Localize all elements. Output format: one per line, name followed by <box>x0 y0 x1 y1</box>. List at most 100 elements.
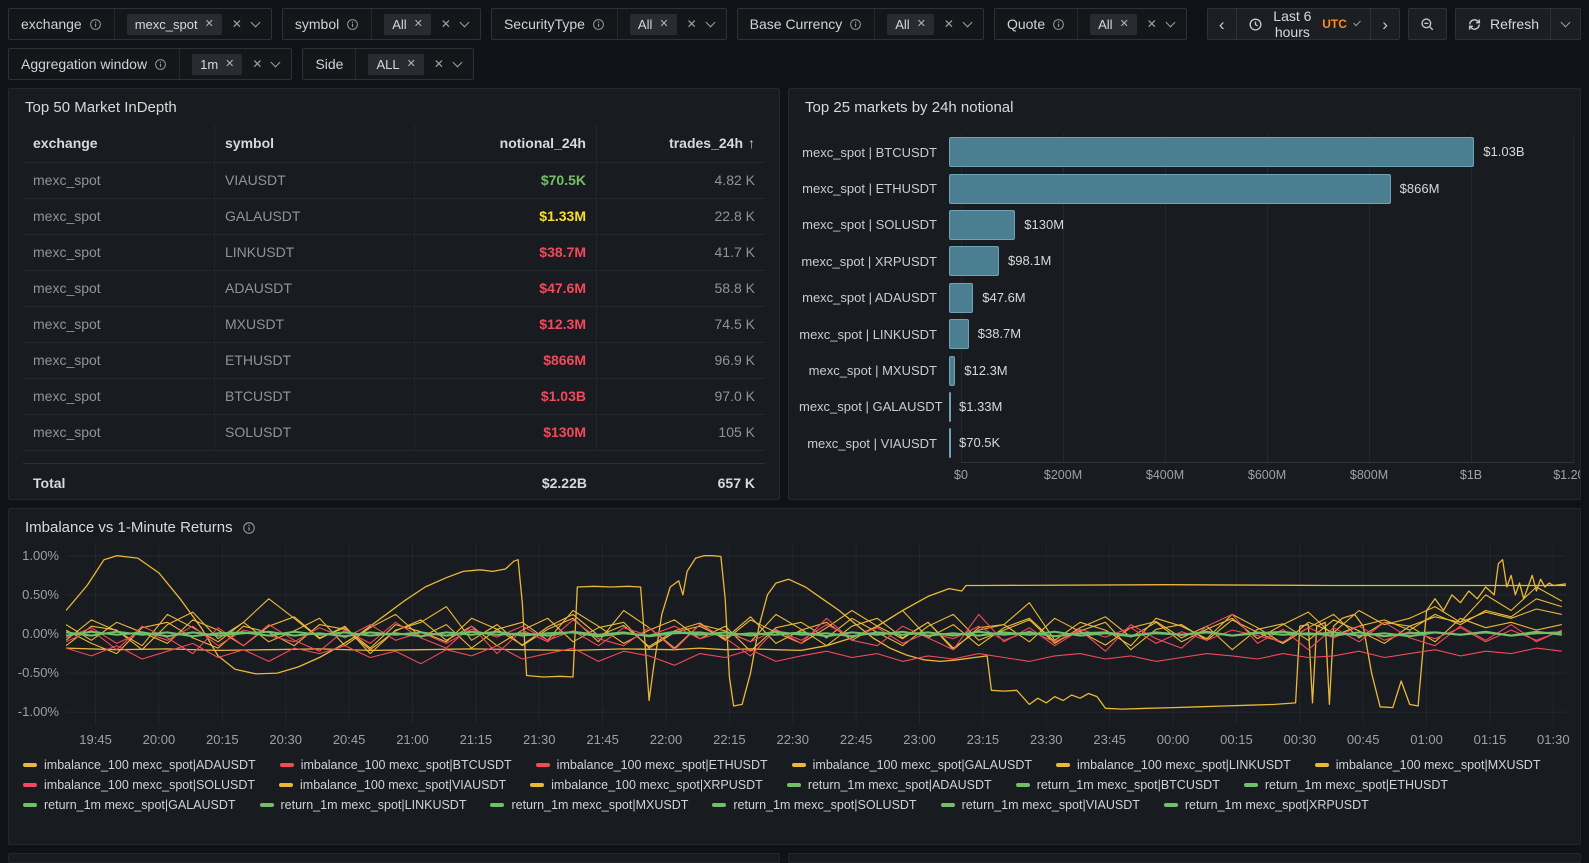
legend-item[interactable]: imbalance_100 mexc_spot|ETHUSDT <box>536 758 768 772</box>
legend-item[interactable]: imbalance_100 mexc_spot|MXUSDT <box>1315 758 1541 772</box>
timeseries-plot[interactable]: 1.00%0.50%0.00%-0.50%-1.00% 19:4520:0020… <box>9 544 1580 750</box>
notional-bar-chart: mexc_spot | BTCUSDT$1.03Bmexc_spot | ETH… <box>799 134 1574 484</box>
zoom-out-button[interactable] <box>1408 8 1447 40</box>
remove-value-icon[interactable]: ✕ <box>659 19 668 30</box>
remove-value-icon[interactable]: ✕ <box>225 59 234 70</box>
chip-label: ALL <box>376 57 399 72</box>
filter-quote[interactable]: QuoteAll✕✕ <box>994 8 1187 40</box>
legend-item[interactable]: return_1m mexc_spot|VIAUSDT <box>941 798 1140 812</box>
legend-item[interactable]: return_1m mexc_spot|ADAUSDT <box>787 778 992 792</box>
legend-item[interactable]: return_1m mexc_spot|GALAUSDT <box>23 798 236 812</box>
cell-exchange: mexc_spot <box>23 307 215 342</box>
remove-value-icon[interactable]: ✕ <box>414 19 423 30</box>
panel-title[interactable]: Top 50 Market InDepth <box>9 89 779 122</box>
x-tick-label: 23:30 <box>1030 732 1063 747</box>
chevron-down-icon[interactable] <box>271 58 281 68</box>
clear-icon[interactable]: ✕ <box>252 57 262 71</box>
refresh-icon <box>1467 17 1482 32</box>
filter-exchange[interactable]: exchangemexc_spot✕✕ <box>8 8 272 40</box>
filter-aggregation-window[interactable]: Aggregation window1m✕✕ <box>8 48 292 80</box>
x-tick-label: 19:45 <box>79 732 112 747</box>
bar-track: $1.03B <box>949 137 1574 167</box>
bar <box>949 137 1474 167</box>
legend-item[interactable]: return_1m mexc_spot|BTCUSDT <box>1016 778 1220 792</box>
time-forward-button[interactable]: › <box>1370 8 1400 40</box>
panel-title[interactable]: Top 25 markets by 24h notional <box>789 89 1580 122</box>
legend-item[interactable]: imbalance_100 mexc_spot|XRPUSDT <box>530 778 763 792</box>
chevron-down-icon[interactable] <box>963 18 973 28</box>
time-range-picker[interactable]: Last 6 hours UTC <box>1236 8 1372 40</box>
column-header-symbol[interactable]: symbol <box>215 124 415 162</box>
filter-securitytype[interactable]: SecurityTypeAll✕✕ <box>491 8 727 40</box>
table-row: mexc_spotBTCUSDT$1.03B97.0 K <box>23 379 765 415</box>
table-row: mexc_spotETHUSDT$866M96.9 K <box>23 343 765 379</box>
table-total-row: Total$2.22B657 K <box>23 463 765 500</box>
legend-label: imbalance_100 mexc_spot|GALAUSDT <box>813 758 1032 772</box>
legend-item[interactable]: return_1m mexc_spot|SOLUSDT <box>712 798 916 812</box>
bar <box>949 174 1391 204</box>
selected-value-chip[interactable]: ALL ✕ <box>368 54 423 75</box>
time-back-button[interactable]: ‹ <box>1207 8 1237 40</box>
clear-icon[interactable]: ✕ <box>1147 17 1157 31</box>
legend-label: imbalance_100 mexc_spot|VIAUSDT <box>300 778 506 792</box>
cell-symbol: GALAUSDT <box>215 199 415 234</box>
clear-icon[interactable]: ✕ <box>232 17 242 31</box>
legend-label: return_1m mexc_spot|SOLUSDT <box>733 798 916 812</box>
remove-value-icon[interactable]: ✕ <box>917 19 926 30</box>
bar-category-label: mexc_spot | XRPUSDT <box>799 254 949 269</box>
selected-value-chip[interactable]: 1m✕ <box>192 54 242 75</box>
bar-row: mexc_spot | GALAUSDT$1.33M <box>799 389 1574 425</box>
remove-value-icon[interactable]: ✕ <box>407 59 416 70</box>
x-tick-label: 21:45 <box>586 732 619 747</box>
legend-label: imbalance_100 mexc_spot|XRPUSDT <box>551 778 763 792</box>
legend-item[interactable]: imbalance_100 mexc_spot|BTCUSDT <box>280 758 512 772</box>
legend-item[interactable]: imbalance_100 mexc_spot|LINKUSDT <box>1056 758 1291 772</box>
cell-trades: 105 K <box>597 415 765 450</box>
column-header-notional-24h[interactable]: notional_24h <box>415 124 597 162</box>
clear-icon[interactable]: ✕ <box>434 57 444 71</box>
legend-item[interactable]: return_1m mexc_spot|XRPUSDT <box>1164 798 1369 812</box>
selected-value-chip[interactable]: All✕ <box>384 14 431 35</box>
refresh-interval-dropdown[interactable] <box>1550 8 1581 40</box>
chevron-right-icon: › <box>1382 16 1388 33</box>
cell-symbol: LINKUSDT <box>215 235 415 270</box>
refresh-button[interactable]: Refresh <box>1455 8 1551 40</box>
market-indepth-table: exchangesymbolnotional_24htrades_24h↑mex… <box>23 124 765 500</box>
chevron-down-icon[interactable] <box>460 18 470 28</box>
filter-group-1: exchangemexc_spot✕✕symbolAll✕✕SecurityTy… <box>8 8 1187 40</box>
info-icon <box>154 58 167 71</box>
filter-side[interactable]: SideALL✕✕ <box>302 48 473 80</box>
legend-item[interactable]: return_1m mexc_spot|MXUSDT <box>490 798 688 812</box>
column-header-exchange[interactable]: exchange <box>23 124 215 162</box>
table-row: mexc_spotADAUSDT$47.6M58.8 K <box>23 271 765 307</box>
legend-item[interactable]: imbalance_100 mexc_spot|VIAUSDT <box>279 778 506 792</box>
chevron-down-icon[interactable] <box>452 58 462 68</box>
column-header-trades-24h[interactable]: trades_24h↑ <box>597 124 765 162</box>
filter-base-currency[interactable]: Base CurrencyAll✕✕ <box>737 8 984 40</box>
panel-title[interactable]: Imbalance vs 1-Minute Returns <box>25 519 233 536</box>
remove-value-icon[interactable]: ✕ <box>205 19 214 30</box>
filter-symbol[interactable]: symbolAll✕✕ <box>282 8 481 40</box>
cell-trades: 4.82 K <box>597 163 765 198</box>
x-tick-label: 21:00 <box>396 732 429 747</box>
legend-item[interactable]: return_1m mexc_spot|LINKUSDT <box>260 798 467 812</box>
selected-value-chip[interactable]: All✕ <box>887 14 934 35</box>
legend-item[interactable]: imbalance_100 mexc_spot|SOLUSDT <box>23 778 255 792</box>
clear-icon[interactable]: ✕ <box>687 17 697 31</box>
filter-label-text: SecurityType <box>504 16 585 32</box>
legend-item[interactable]: imbalance_100 mexc_spot|GALAUSDT <box>792 758 1032 772</box>
legend-item[interactable]: return_1m mexc_spot|ETHUSDT <box>1244 778 1448 792</box>
axis-tick-label: $1B <box>1460 468 1482 482</box>
chevron-down-icon[interactable] <box>1165 18 1175 28</box>
legend-label: return_1m mexc_spot|BTCUSDT <box>1037 778 1220 792</box>
selected-value-chip[interactable]: All✕ <box>1090 14 1137 35</box>
chevron-down-icon[interactable] <box>705 18 715 28</box>
chevron-down-icon[interactable] <box>250 18 260 28</box>
legend-item[interactable]: imbalance_100 mexc_spot|ADAUSDT <box>23 758 256 772</box>
clear-icon[interactable]: ✕ <box>944 17 954 31</box>
remove-value-icon[interactable]: ✕ <box>1120 19 1129 30</box>
selected-value-chip[interactable]: All✕ <box>630 14 677 35</box>
axis-tick-label: $800M <box>1350 468 1388 482</box>
clear-icon[interactable]: ✕ <box>441 17 451 31</box>
selected-value-chip[interactable]: mexc_spot✕ <box>127 14 222 35</box>
